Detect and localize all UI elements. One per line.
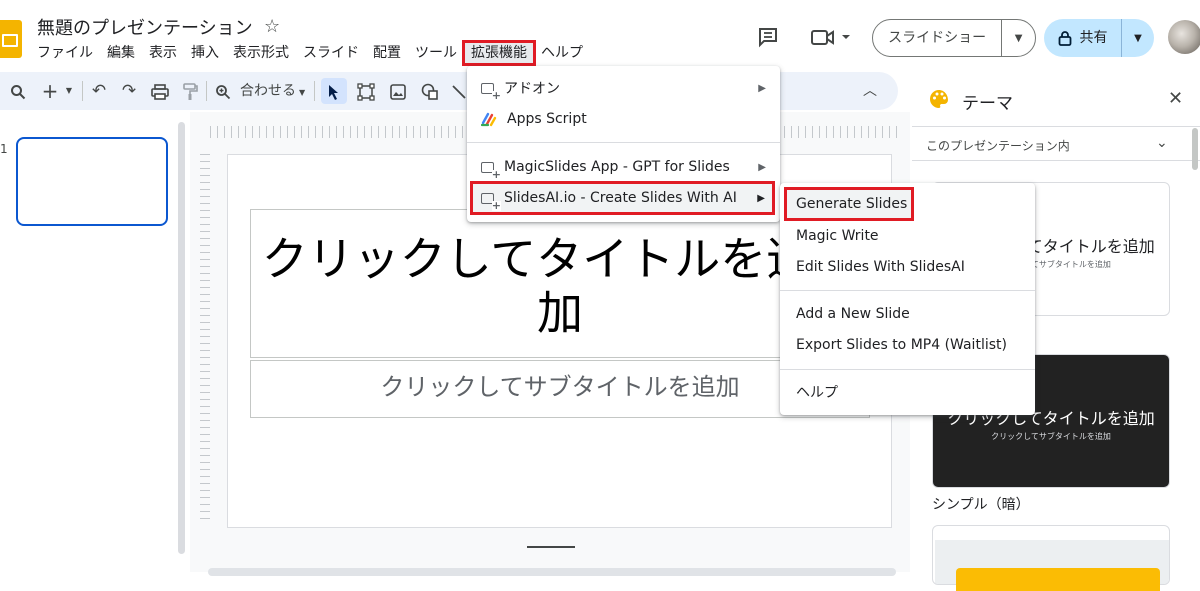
- slideshow-label[interactable]: スライドショー: [873, 19, 1003, 57]
- submenu-item-generate-slides[interactable]: Generate Slides: [784, 187, 914, 221]
- menu-item-label: SlidesAI.io - Create Slides With AI: [504, 190, 737, 206]
- menu-format[interactable]: 表示形式: [226, 42, 296, 64]
- toolbar-divider: [206, 81, 207, 101]
- cursor-icon[interactable]: [324, 72, 344, 110]
- submenu-arrow-icon: ▶: [758, 82, 766, 94]
- document-title[interactable]: 無題のプレゼンテーション: [37, 14, 253, 40]
- share-button[interactable]: 共有 ▼: [1044, 19, 1154, 57]
- divider: [912, 160, 1200, 161]
- chevron-down-icon[interactable]: ▼: [1002, 33, 1035, 44]
- menu-item-label: アドオン: [504, 81, 560, 97]
- menu-item-addons[interactable]: アドオン ▶: [467, 73, 780, 103]
- addon-icon: [481, 161, 501, 180]
- zoom-select[interactable]: 合わせる ▼: [240, 72, 310, 110]
- menu-view[interactable]: 表示: [142, 42, 184, 64]
- submenu-item-help[interactable]: ヘルプ: [780, 377, 1035, 407]
- slides-logo-icon[interactable]: [0, 20, 22, 58]
- title-placeholder[interactable]: クリックしてタイトルを追加 加: [250, 232, 870, 340]
- vertical-ruler: [200, 154, 210, 524]
- speaker-notes-handle[interactable]: [527, 546, 575, 548]
- chevron-down-icon[interactable]: ⌄: [1156, 135, 1168, 151]
- search-icon[interactable]: [8, 72, 28, 110]
- divider: [912, 126, 1200, 127]
- shape-icon[interactable]: [418, 72, 442, 110]
- share-label: 共有: [1079, 30, 1108, 46]
- subtitle-placeholder[interactable]: クリックしてサブタイトルを追加: [250, 367, 870, 402]
- slideshow-button[interactable]: スライドショー ▼: [872, 19, 1036, 57]
- menu-item-apps-script[interactable]: Apps Script: [467, 104, 780, 134]
- zoom-label: 合わせる: [240, 83, 296, 99]
- submenu-arrow-icon: ▶: [758, 161, 766, 173]
- zoom-icon[interactable]: [212, 72, 234, 110]
- redo-icon[interactable]: ↷: [118, 72, 140, 110]
- menu-extensions[interactable]: 拡張機能: [462, 40, 536, 66]
- menu-item-label: Apps Script: [507, 111, 587, 127]
- menu-insert[interactable]: 挿入: [184, 42, 226, 64]
- menu-divider: [467, 142, 780, 143]
- menu-item-slidesai[interactable]: SlidesAI.io - Create Slides With AI ▶: [470, 181, 775, 215]
- palette-icon: [930, 90, 948, 108]
- menu-divider: [780, 369, 1035, 370]
- apps-script-icon: [481, 112, 497, 127]
- line-icon[interactable]: [450, 72, 468, 110]
- submenu-item-magic-write[interactable]: Magic Write: [780, 221, 1035, 251]
- menu-item-magicslides[interactable]: MagicSlides App - GPT for Slides ▶: [467, 152, 780, 182]
- menu-help[interactable]: ヘルプ: [534, 42, 590, 64]
- slidesai-submenu: Generate Slides Magic Write Edit Slides …: [780, 183, 1035, 415]
- frame-select-icon[interactable]: [354, 72, 378, 110]
- collapse-toolbar-icon[interactable]: ︿: [860, 72, 880, 110]
- menu-edit[interactable]: 編集: [100, 42, 142, 64]
- menu-bar: ファイル 編集 表示 挿入 表示形式 スライド 配置 ツール 拡張機能 ヘルプ: [30, 40, 590, 66]
- menu-divider: [780, 290, 1035, 291]
- toolbar-divider: [314, 81, 315, 101]
- print-icon[interactable]: [148, 72, 172, 110]
- submenu-arrow-icon: ▶: [757, 192, 765, 204]
- theme-name-simple-dark: シンプル（暗）: [932, 497, 1030, 513]
- slide-number: 1: [0, 142, 8, 156]
- menu-item-label: MagicSlides App - GPT for Slides: [504, 159, 730, 175]
- chevron-down-icon[interactable]: ▼: [1122, 33, 1154, 44]
- title-placeholder-line1: クリックしてタイトルを追加: [261, 232, 859, 286]
- close-icon[interactable]: ✕: [1168, 88, 1183, 109]
- title-placeholder-line2: 加: [537, 286, 583, 340]
- addon-icon: [481, 82, 501, 101]
- lock-icon: [1058, 31, 1071, 46]
- paint-format-icon[interactable]: [178, 72, 202, 110]
- avatar[interactable]: [1168, 20, 1200, 54]
- menu-tools[interactable]: ツール: [408, 42, 464, 64]
- theme-filter-select[interactable]: このプレゼンテーション内: [926, 137, 1070, 154]
- menu-slide[interactable]: スライド: [296, 42, 366, 64]
- menu-arrange[interactable]: 配置: [366, 42, 408, 64]
- undo-icon[interactable]: ↶: [88, 72, 110, 110]
- addon-icon: [481, 192, 501, 211]
- comment-icon[interactable]: [757, 26, 779, 48]
- theme-panel-scrollbar[interactable]: [1192, 128, 1198, 170]
- canvas-scrollbar[interactable]: [208, 568, 896, 576]
- submenu-item-add-slide[interactable]: Add a New Slide: [780, 299, 1035, 329]
- share-main[interactable]: 共有: [1044, 19, 1122, 57]
- extensions-menu: アドオン ▶ Apps Script MagicSlides App - GPT…: [467, 66, 780, 222]
- menu-file[interactable]: ファイル: [30, 42, 100, 64]
- filmstrip-scrollbar[interactable]: [178, 122, 185, 554]
- star-icon[interactable]: ☆: [264, 16, 280, 37]
- slide-thumbnail[interactable]: [16, 137, 168, 226]
- submenu-item-export-mp4[interactable]: Export Slides to MP4 (Waitlist): [780, 330, 1035, 360]
- chevron-down-icon: ▼: [299, 88, 306, 97]
- import-theme-button[interactable]: [956, 568, 1160, 591]
- meet-icon[interactable]: [810, 26, 854, 48]
- theme-panel-title: テーマ: [962, 94, 1013, 114]
- chevron-down-icon[interactable]: ▼: [62, 72, 76, 110]
- new-slide-icon[interactable]: +: [40, 72, 60, 110]
- submenu-item-edit-slides[interactable]: Edit Slides With SlidesAI: [780, 252, 1035, 282]
- theme-card-subtitle: クリックしてサブタイトルを追加: [991, 432, 1111, 441]
- image-icon[interactable]: [386, 72, 410, 110]
- toolbar-divider: [82, 81, 83, 101]
